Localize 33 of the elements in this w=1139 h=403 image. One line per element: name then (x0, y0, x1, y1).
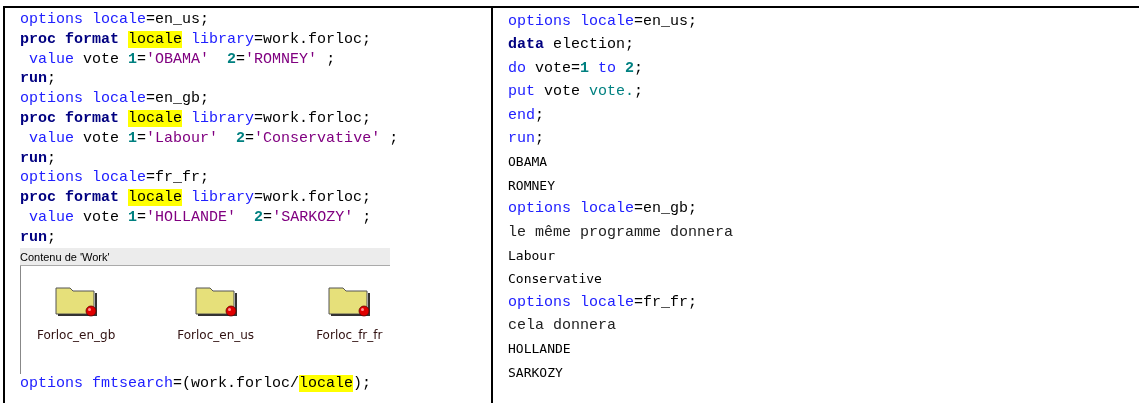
code-line: proc format locale library=work.forloc; (20, 109, 372, 129)
code-line: options locale=en_us; (508, 12, 698, 32)
code-line: SARKOZY (508, 363, 563, 382)
code-line: OBAMA (508, 153, 548, 172)
code-line: run; (20, 69, 57, 90)
code-line: run; (20, 227, 57, 248)
code-line: value vote 1='Labour' 2='Conservative' ; (28, 128, 399, 149)
code-line: options locale=en_us; (20, 10, 210, 30)
code-line: end; (508, 105, 545, 126)
folder-label[interactable]: Forloc_en_us (177, 325, 255, 344)
code-line: run; (20, 148, 57, 169)
code-line: Conservative (508, 270, 602, 289)
code-line: proc format locale library=work.forloc; (20, 188, 372, 208)
folder-label[interactable]: Forloc_fr_fr (316, 325, 383, 344)
code-line: options locale=fr_fr; (20, 168, 210, 189)
code-line: Labour (508, 246, 555, 265)
code-line: options locale=en_gb; (20, 89, 210, 109)
code-line: data election; (508, 35, 635, 56)
code-line: options locale=en_gb; (508, 199, 698, 220)
code-line: put vote vote.; (508, 82, 644, 103)
code-line: options fmtsearch=(work.forloc/locale); (20, 373, 372, 394)
code-line: options locale=fr_fr; (508, 292, 698, 313)
code-line: HOLLANDE (508, 340, 571, 359)
code-line: value vote 1='OBAMA' 2='ROMNEY' ; (28, 49, 336, 70)
code-line: cela donnera (508, 316, 617, 337)
code-line: le même programme donnera (508, 222, 734, 243)
window-title: Contenu de 'Work' (20, 247, 390, 266)
code-line: run; (508, 128, 545, 149)
code-line: do vote=1 to 2; (508, 58, 644, 79)
code-line: ROMNEY (508, 176, 555, 195)
code-line: proc format locale library=work.forloc; (20, 29, 372, 50)
code-line: value vote 1='HOLLANDE' 2='SARKOZY' ; (28, 207, 372, 228)
folder-label[interactable]: Forloc_en_gb (37, 325, 116, 344)
